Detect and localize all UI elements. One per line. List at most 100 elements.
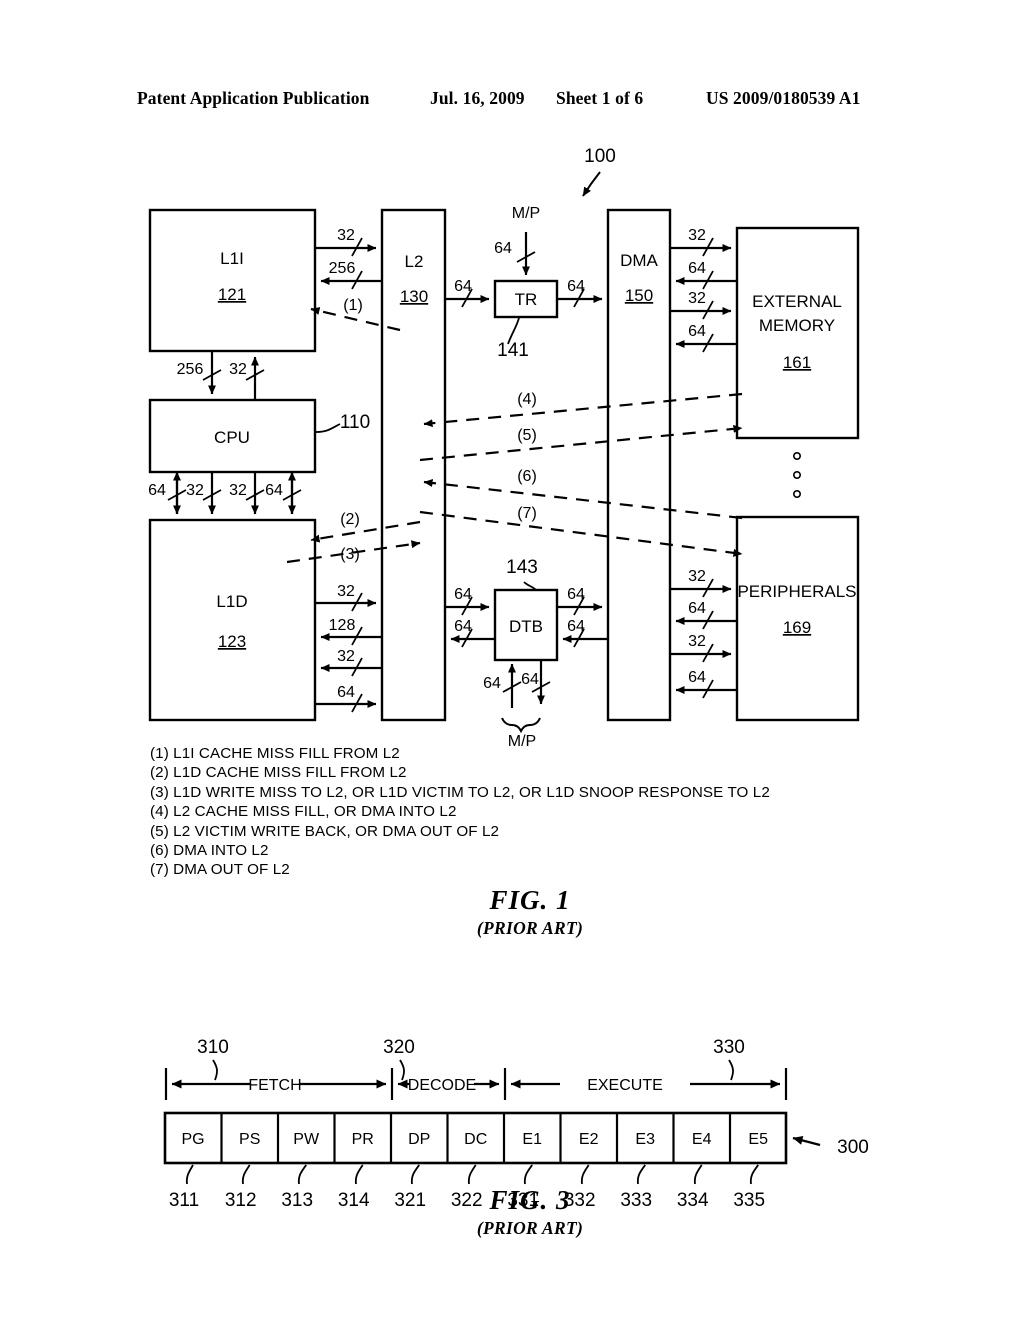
figure-ref-100: 100 — [584, 146, 616, 167]
flow-label-5: (5) — [517, 427, 537, 444]
bus-label-mp-dtb: 64 — [483, 675, 501, 692]
bus-label-l2-to-l1d-b: 128 — [329, 617, 356, 634]
leader-stage-322 — [467, 1164, 477, 1185]
block-ref-tr: 141 — [497, 340, 529, 361]
bus-label-l1d-to-l2-a: 32 — [337, 583, 355, 600]
leader-stage-334 — [693, 1164, 703, 1185]
legend-item-4: (4) L2 CACHE MISS FILL, OR DMA INTO L2 — [150, 803, 457, 821]
leader-line-300 — [792, 1136, 821, 1147]
bus-label-mp-tr: 64 — [494, 240, 512, 257]
stage-ref-335: 335 — [733, 1190, 765, 1211]
pipeline-stage-pw: PW — [293, 1131, 320, 1148]
block-label-l2: L2 — [405, 252, 424, 271]
block-label-dma: DMA — [620, 251, 658, 270]
pipeline-stage-e2: E2 — [579, 1131, 599, 1148]
block-ref-l1i: 121 — [218, 285, 246, 304]
bus-label-l1i-to-l2: 32 — [337, 227, 355, 244]
bus-label-dtb-l2: 64 — [454, 618, 472, 635]
block-label-l1i: L1I — [220, 249, 244, 268]
block-ref-l1d: 123 — [218, 632, 246, 651]
bus-label-cpu-l1d-a: 64 — [148, 482, 166, 499]
bus-label-l2-to-l1i: 256 — [329, 260, 356, 277]
flow-label-3: (3) — [340, 546, 360, 563]
pipeline-ref-300: 300 — [837, 1137, 869, 1158]
block-ref-dma: 150 — [625, 286, 653, 305]
bus-label-tr-dma: 64 — [567, 278, 585, 295]
figure-3-caption-main: FIG. 3 — [489, 1185, 571, 1215]
leader-stage-333 — [636, 1164, 646, 1185]
leader-stage-332 — [580, 1164, 590, 1185]
bus-label-cpu-to-l1i: 32 — [229, 361, 247, 378]
leader-stage-335 — [749, 1164, 759, 1185]
figure-1-block-diagram: L1I 121 CPU 110 L1D 123 L2 130 TR 141 DT… — [148, 146, 860, 750]
flow-label-1: (1) — [343, 297, 363, 314]
block-label-l1d: L1D — [216, 592, 247, 611]
legend-item-6: (6) DMA INTO L2 — [150, 842, 269, 860]
bus-label-dma-periph-c: 32 — [688, 633, 706, 650]
pipeline-stage-e1: E1 — [522, 1131, 542, 1148]
bus-label-cpu-l1d-d: 64 — [265, 482, 283, 499]
legend-item-5: (5) L2 VICTIM WRITE BACK, OR DMA OUT OF … — [150, 822, 500, 840]
pipeline-stage-e4: E4 — [692, 1131, 712, 1148]
pipeline-stage-pg: PG — [181, 1131, 204, 1148]
leader-line-110 — [315, 423, 341, 433]
leader-stage-331 — [523, 1164, 533, 1185]
flow-line-6 — [423, 478, 743, 520]
flow-line-2 — [310, 520, 421, 543]
bus-label-dma-extmem-a: 32 — [688, 227, 706, 244]
flow-line-5 — [419, 424, 743, 462]
block-label-cpu: CPU — [214, 428, 250, 447]
leader-line-310 — [212, 1059, 218, 1081]
leader-stage-314 — [354, 1164, 364, 1185]
phase-ref-320: 320 — [383, 1037, 415, 1058]
bus-label-cpu-l1d-b: 32 — [186, 482, 204, 499]
bus-label-cpu-l1d-c: 32 — [229, 482, 247, 499]
bus-label-dma-extmem-c: 32 — [688, 290, 706, 307]
pipeline-stage-pr: PR — [352, 1131, 374, 1148]
leader-stage-321 — [410, 1164, 420, 1185]
figure-3-caption-sub: (PRIOR ART) — [476, 1218, 584, 1238]
bus-label-l1i-to-cpu: 256 — [177, 361, 204, 378]
legend-item-7: (7) DMA OUT OF L2 — [150, 861, 290, 879]
bus-label-l1d-to-l2-d: 64 — [337, 684, 355, 701]
block-ref-external-memory: 161 — [783, 353, 811, 372]
figure-1-legend: (1) L1I CACHE MISS FILL FROM L2 (2) L1D … — [150, 744, 850, 880]
stage-ref-334: 334 — [677, 1190, 709, 1211]
bus-label-dtb-dma: 64 — [567, 586, 585, 603]
pipeline-stage-e5: E5 — [748, 1131, 768, 1148]
block-ref-l2: 130 — [400, 287, 428, 306]
block-label-dtb: DTB — [509, 617, 543, 636]
bus-label-dma-periph-d: 64 — [688, 669, 706, 686]
mp-brace — [501, 717, 541, 734]
figure-1-caption-main: FIG. 1 — [489, 885, 571, 915]
legend-item-1: (1) L1I CACHE MISS FILL FROM L2 — [150, 745, 400, 762]
flow-line-4 — [423, 392, 743, 428]
block-label-peripherals: PERIPHERALS — [737, 582, 856, 601]
phase-label-execute: EXECUTE — [587, 1077, 663, 1094]
bus-label-dma-extmem-b: 64 — [688, 260, 706, 277]
bus-label-dma-extmem-d: 64 — [688, 323, 706, 340]
bus-label-l2-dtb: 64 — [454, 586, 472, 603]
bus-label-dma-dtb: 64 — [567, 618, 585, 635]
block-l1d — [148, 518, 317, 722]
flow-line-7 — [419, 510, 743, 557]
stage-ref-311: 311 — [169, 1190, 199, 1211]
legend-item-3: (3) L1D WRITE MISS TO L2, OR L1D VICTIM … — [150, 783, 770, 801]
bus-label-dma-periph-b: 64 — [688, 600, 706, 617]
pipeline-stage-dc: DC — [464, 1131, 487, 1148]
figure-3-caption: FIG. 3 (PRIOR ART) — [380, 1185, 680, 1239]
bus-label-dma-periph-a: 32 — [688, 568, 706, 585]
leader-line-100 — [582, 171, 601, 197]
stage-ref-313: 313 — [281, 1190, 313, 1211]
bus-label-l2-tr: 64 — [454, 278, 472, 295]
figure-1-caption: FIG. 1 (PRIOR ART) — [380, 885, 680, 939]
bus-label-dtb-mp: 64 — [521, 671, 539, 688]
bus-label-l2-to-l1d-c: 32 — [337, 648, 355, 665]
legend-item-2: (2) L1D CACHE MISS FILL FROM L2 — [150, 764, 407, 782]
phase-label-decode: DECODE — [408, 1077, 476, 1094]
leader-line-320 — [399, 1059, 405, 1081]
pipeline-stage-e3: E3 — [635, 1131, 655, 1148]
flow-label-2: (2) — [340, 511, 360, 528]
leader-stage-311 — [185, 1164, 194, 1185]
flow-label-6: (6) — [517, 468, 537, 485]
